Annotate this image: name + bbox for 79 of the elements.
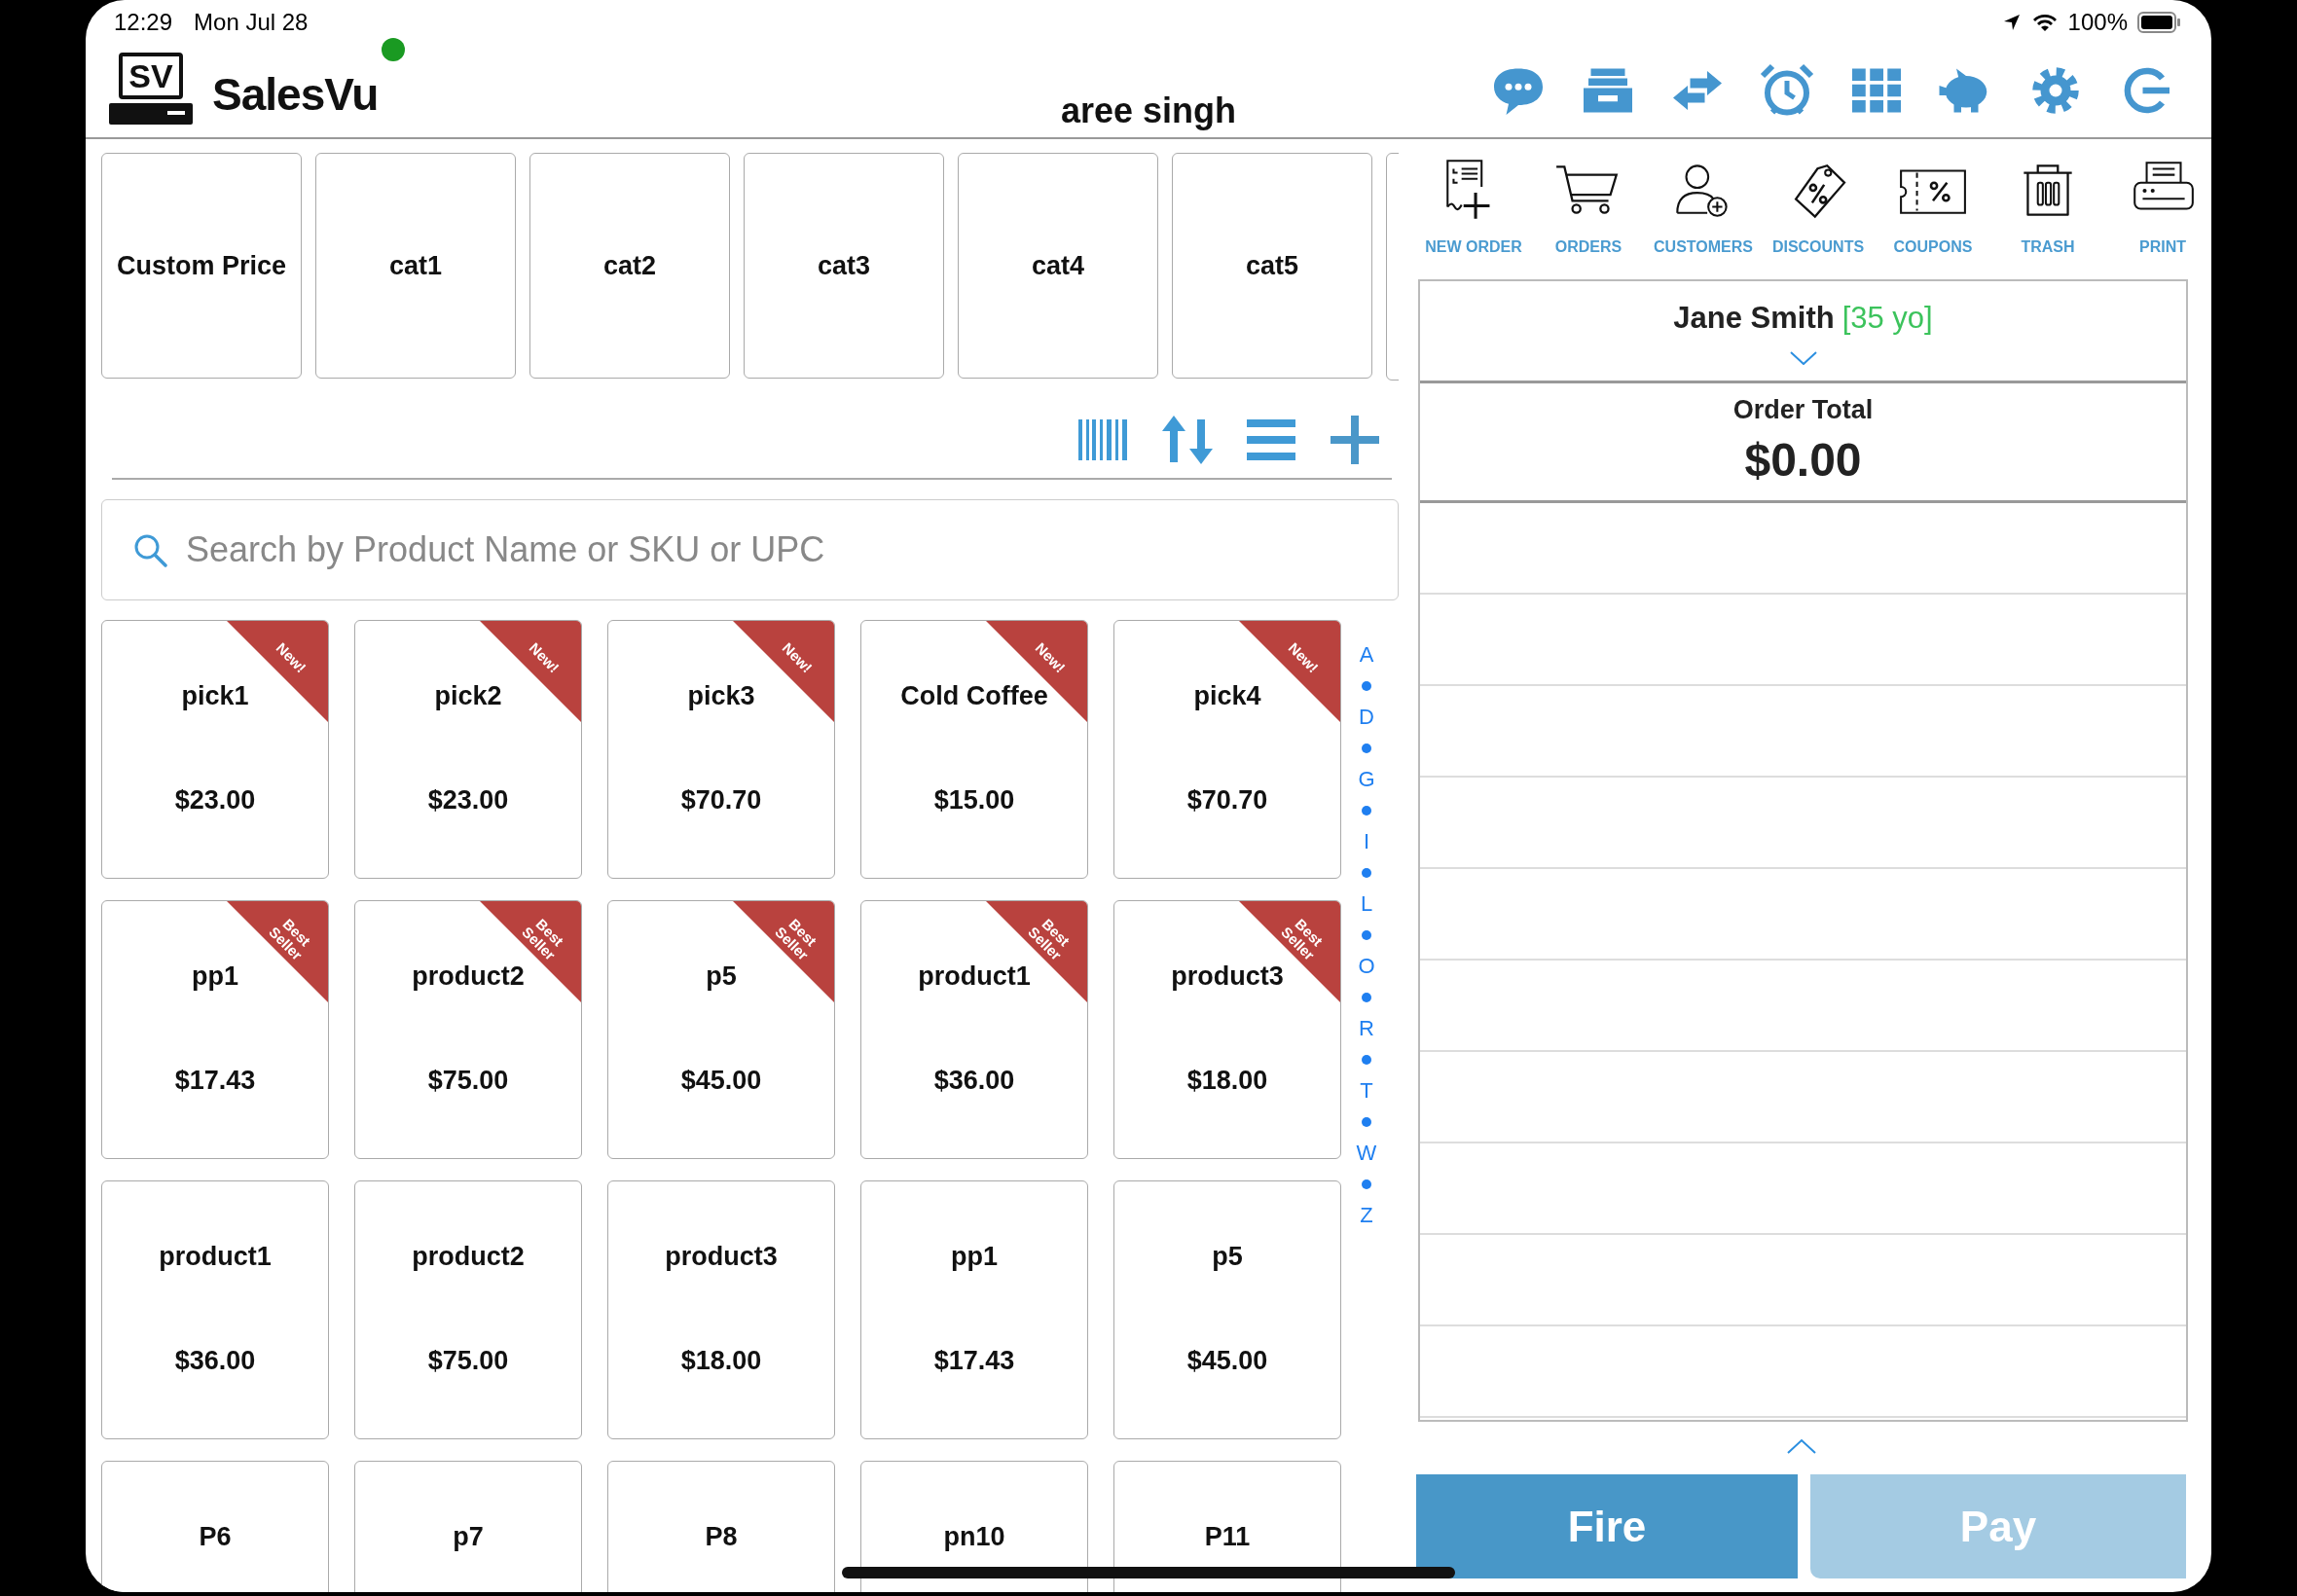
index-letter[interactable]: O xyxy=(1358,951,1375,982)
product-name: pn10 xyxy=(943,1522,1005,1552)
status-date: Mon Jul 28 xyxy=(194,8,309,36)
product-tile[interactable]: pn10 xyxy=(860,1461,1088,1592)
product-tile[interactable]: p7 xyxy=(354,1461,582,1592)
index-letter[interactable]: A xyxy=(1359,639,1374,671)
customer-name: Jane Smith xyxy=(1673,301,1835,335)
category-tile[interactable]: cat2 xyxy=(529,153,730,379)
product-price: $36.00 xyxy=(933,1066,1015,1096)
index-letter[interactable]: D xyxy=(1359,702,1374,733)
index-letter[interactable]: Z xyxy=(1360,1200,1373,1231)
product-tile[interactable]: pp1 $17.43 xyxy=(860,1180,1088,1439)
index-dot[interactable] xyxy=(1362,868,1371,878)
product-price: $23.00 xyxy=(427,785,509,816)
product-name: P8 xyxy=(705,1522,738,1552)
product-name: product2 xyxy=(412,1242,525,1272)
index-dot[interactable] xyxy=(1362,1117,1371,1127)
product-name: P11 xyxy=(1204,1522,1251,1552)
product-name: p5 xyxy=(1212,1242,1243,1272)
index-letter[interactable]: G xyxy=(1358,764,1375,795)
register-base-icon xyxy=(109,103,193,125)
product-tile[interactable]: P6 xyxy=(101,1461,329,1592)
product-price: $15.00 xyxy=(933,785,1015,816)
product-tile[interactable]: product2 $75.00 xyxy=(354,1180,582,1439)
customer-age: [35 yo] xyxy=(1841,301,1933,335)
product-price: $75.00 xyxy=(427,1346,509,1376)
chevron-down-icon[interactable] xyxy=(1789,351,1817,365)
clock-time: 12:29 xyxy=(114,8,173,36)
product-price: $75.00 xyxy=(427,1066,509,1096)
index-dot[interactable] xyxy=(1362,1055,1371,1065)
product-price: $70.70 xyxy=(1186,785,1268,816)
customer-header[interactable]: Jane Smith [35 yo] xyxy=(1420,281,2186,383)
category-tile[interactable]: cat3 xyxy=(744,153,944,379)
product-name: pp1 xyxy=(951,1242,998,1272)
index-letter[interactable]: W xyxy=(1356,1138,1377,1169)
category-tile[interactable]: cat4 xyxy=(958,153,1158,379)
product-price: $17.43 xyxy=(174,1066,256,1096)
product-price: $18.00 xyxy=(1186,1066,1268,1096)
chevron-up-icon[interactable] xyxy=(1786,1438,1816,1454)
product-name: p7 xyxy=(453,1522,484,1552)
index-dot[interactable] xyxy=(1362,744,1371,753)
index-letter[interactable]: I xyxy=(1363,826,1370,857)
index-letter[interactable]: L xyxy=(1360,889,1373,920)
battery-icon xyxy=(2137,11,2182,33)
product-tile[interactable]: P8 xyxy=(607,1461,835,1592)
user-name: aree singh xyxy=(1060,91,1237,130)
product-price: $45.00 xyxy=(680,1066,762,1096)
product-price: $18.00 xyxy=(680,1346,762,1376)
order-total-amount: $0.00 xyxy=(1744,433,1862,487)
category-tile[interactable]: cat1 xyxy=(315,153,516,379)
product-tile[interactable]: product3 $18.00 xyxy=(607,1180,835,1439)
product-price: $17.43 xyxy=(933,1346,1015,1376)
index-dot[interactable] xyxy=(1362,681,1371,691)
category-tile[interactable]: cat5 xyxy=(1172,153,1372,379)
product-price: $70.70 xyxy=(680,785,762,816)
product-tile[interactable]: P11 xyxy=(1113,1461,1341,1592)
index-dot[interactable] xyxy=(1362,1179,1371,1189)
sort-icon[interactable] xyxy=(1160,414,1215,466)
index-dot[interactable] xyxy=(1362,806,1371,816)
product-name: P6 xyxy=(199,1522,232,1552)
product-tile[interactable]: p5 $45.00 xyxy=(1113,1180,1341,1439)
brand-name: SalesVu xyxy=(212,68,379,121)
search-icon xyxy=(132,532,167,567)
add-icon[interactable] xyxy=(1328,414,1382,466)
index-dot[interactable] xyxy=(1362,993,1371,1002)
index-letter[interactable]: R xyxy=(1359,1013,1374,1044)
search-field[interactable]: Search by Product Name or SKU or UPC xyxy=(101,499,1399,600)
product-tile[interactable]: product1 $36.00 xyxy=(101,1180,329,1439)
product-price: $36.00 xyxy=(174,1346,256,1376)
product-name: product3 xyxy=(665,1242,778,1272)
logo-mark: SV xyxy=(119,53,183,99)
product-price: $23.00 xyxy=(174,785,256,816)
order-total-label: Order Total xyxy=(1732,395,1874,425)
product-name: product1 xyxy=(159,1242,272,1272)
category-tile[interactable]: Custom Price xyxy=(101,153,302,379)
battery-percent: 100% xyxy=(2067,8,2128,36)
product-price: $45.00 xyxy=(1186,1346,1268,1376)
index-letter[interactable]: T xyxy=(1360,1075,1373,1106)
index-dot[interactable] xyxy=(1362,930,1371,940)
